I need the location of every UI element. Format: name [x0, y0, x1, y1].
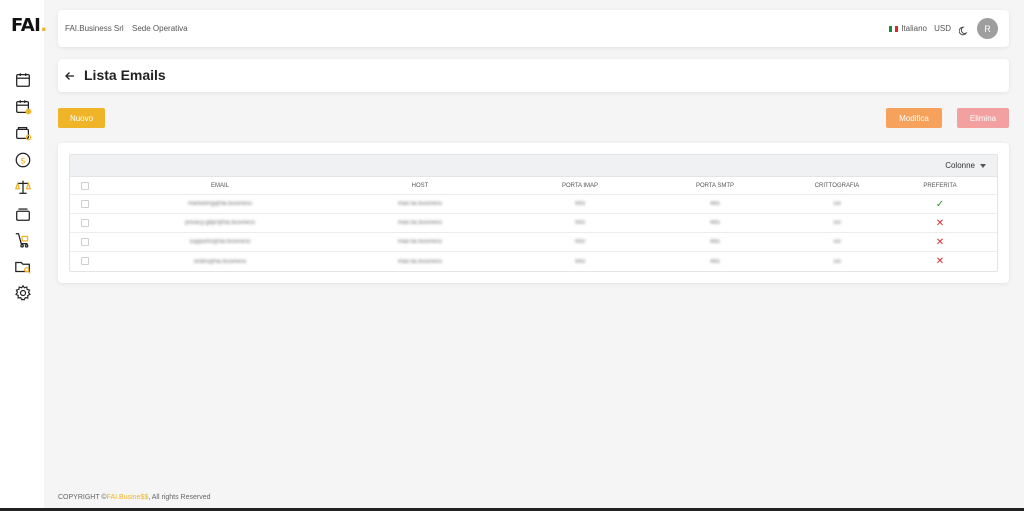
columns-label: Colonne	[945, 161, 975, 170]
arrow-left-icon[interactable]	[64, 69, 76, 81]
header-preferred[interactable]: PREFERITA	[905, 177, 975, 194]
host-cell: mail.fai.business	[397, 239, 443, 245]
email-cell: privacy.gdpr@fai.business	[184, 220, 255, 226]
caret-down-icon	[980, 163, 986, 168]
smtp-port-cell: 465	[709, 201, 720, 207]
smtp-port-cell: 465	[709, 258, 720, 265]
encryption-cell: ssl	[833, 201, 841, 207]
header-email[interactable]: EMAIL	[155, 177, 285, 194]
email-cell: ordini@fai.business	[193, 258, 247, 265]
copyright-suffix: , All rights Reserved	[148, 494, 211, 501]
edit-button[interactable]: Modifica	[886, 108, 942, 128]
host-cell: mail.fai.business	[397, 258, 443, 265]
table-row[interactable]: privacy.gdpr@fai.business mail.fai.busin…	[70, 214, 997, 233]
logo[interactable]: FAI.	[11, 15, 47, 36]
table-row[interactable]: supporto@fai.business mail.fai.business …	[70, 233, 997, 252]
header-encryption[interactable]: CRITTOGRAFIA	[787, 177, 887, 194]
folder-search-icon[interactable]	[14, 258, 32, 276]
gear-icon[interactable]	[14, 284, 32, 302]
dollar-icon[interactable]: $	[14, 151, 32, 169]
check-icon: ✓	[935, 198, 945, 210]
email-cell: marketing@fai.business	[187, 201, 253, 207]
table-row[interactable]: marketing@fai.business mail.fai.business…	[70, 195, 997, 214]
footer: COPYRIGHT ©FAI.Busine$$, All rights Rese…	[58, 494, 210, 501]
wallet-icon[interactable]	[14, 124, 32, 142]
moon-icon[interactable]	[958, 23, 969, 36]
table-card: Colonne EMAIL HOST PORTA IMAP PORTA SMTP…	[58, 143, 1009, 283]
sidebar: FAI. $	[0, 0, 47, 511]
email-cell: supporto@fai.business	[189, 239, 251, 245]
header-smtp-port[interactable]: PORTA SMTP	[665, 177, 765, 194]
avatar[interactable]: R	[977, 18, 998, 39]
imap-port-cell: 993	[574, 201, 585, 207]
cards-icon[interactable]	[14, 205, 32, 223]
cross-icon: ✕	[935, 256, 945, 267]
scale-icon[interactable]	[14, 178, 32, 196]
row-checkbox[interactable]	[81, 200, 89, 208]
svg-text:$: $	[20, 157, 26, 167]
calendar-icon[interactable]	[14, 71, 32, 89]
row-checkbox[interactable]	[81, 238, 89, 246]
cross-icon: ✕	[935, 217, 945, 229]
select-all-checkbox[interactable]	[81, 182, 89, 190]
row-checkbox[interactable]	[81, 219, 89, 227]
table-header-row: EMAIL HOST PORTA IMAP PORTA SMTP CRITTOG…	[70, 177, 997, 195]
company-selector[interactable]: FAI.Business Srl	[65, 24, 124, 33]
title-bar: Lista Emails	[58, 59, 1009, 92]
imap-port-cell: 993	[574, 258, 585, 265]
new-button[interactable]: Nuovo	[58, 108, 105, 128]
italy-flag-icon	[889, 25, 899, 32]
currency-selector[interactable]: USD	[934, 24, 951, 33]
encryption-cell: ssl	[833, 239, 841, 245]
imap-port-cell: 993	[574, 220, 585, 226]
cross-icon: ✕	[935, 236, 945, 248]
cart-icon[interactable]	[14, 231, 32, 249]
site-selector[interactable]: Sede Operativa	[132, 24, 188, 33]
language-selector[interactable]: Italiano	[889, 24, 927, 33]
top-bar: FAI.Business Srl Sede Operativa Italiano…	[58, 10, 1009, 47]
header-imap-port[interactable]: PORTA IMAP	[530, 177, 630, 194]
host-cell: mail.fai.business	[397, 220, 443, 226]
header-host[interactable]: HOST	[355, 177, 485, 194]
footer-brand-link[interactable]: FAI.Busine$$	[107, 494, 149, 501]
encryption-cell: ssl	[833, 220, 841, 226]
language-label: Italiano	[901, 24, 927, 33]
row-checkbox[interactable]	[81, 257, 89, 265]
email-table: Colonne EMAIL HOST PORTA IMAP PORTA SMTP…	[69, 154, 998, 272]
encryption-cell: ssl	[833, 258, 841, 265]
page-title: Lista Emails	[84, 67, 166, 83]
host-cell: mail.fai.business	[397, 201, 443, 207]
copyright-prefix: COPYRIGHT ©	[58, 494, 107, 501]
columns-button[interactable]: Colonne	[945, 161, 986, 170]
calendar-user-icon[interactable]	[14, 98, 32, 116]
table-toolbar: Colonne	[70, 155, 997, 177]
smtp-port-cell: 465	[709, 220, 720, 226]
smtp-port-cell: 465	[709, 239, 720, 245]
delete-button[interactable]: Elimina	[957, 108, 1009, 128]
table-row[interactable]: ordini@fai.business mail.fai.business 99…	[70, 252, 997, 271]
imap-port-cell: 993	[574, 239, 585, 245]
